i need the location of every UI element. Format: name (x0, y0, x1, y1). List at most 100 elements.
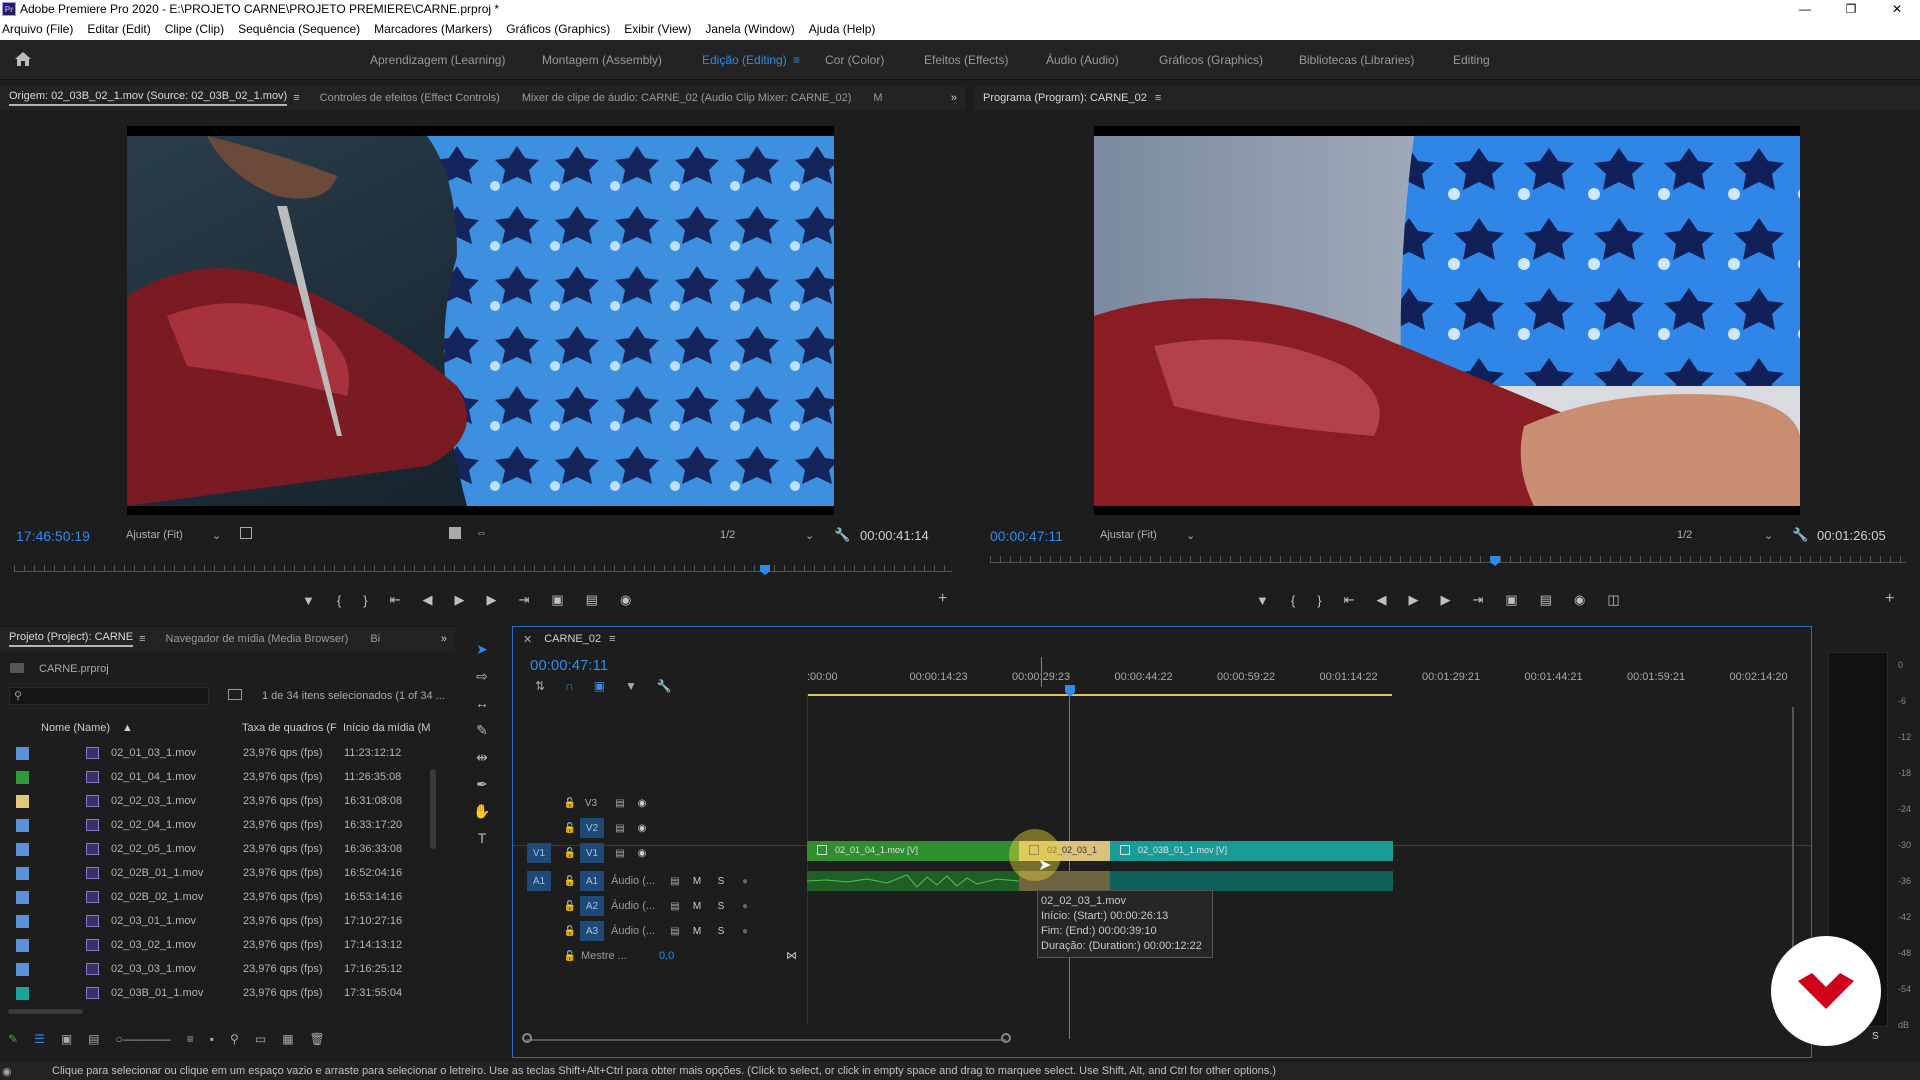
go-to-end-icon[interactable]: ⋈ (786, 949, 797, 962)
pencil-icon[interactable]: ✎ (8, 1032, 18, 1046)
workspace-assembly[interactable]: Montagem (Assembly) (542, 53, 662, 67)
mute-button[interactable]: M (686, 896, 708, 916)
freeform-view-icon[interactable]: ▤ (88, 1032, 99, 1046)
project-item[interactable]: 02_03_03_1.mov 23,976 qps (fps) 17:16:25:1… (0, 957, 440, 981)
lock-icon[interactable]: 🔓 (559, 921, 581, 941)
insert-icon[interactable]: ▣ (551, 592, 563, 608)
mute-button[interactable]: M (686, 871, 708, 891)
camera-icon[interactable]: ◉ (620, 592, 631, 608)
extract-icon[interactable]: ▤ (1540, 592, 1552, 608)
color-label-swatch[interactable] (16, 819, 29, 832)
color-label-swatch[interactable] (16, 867, 29, 880)
maximize-icon[interactable]: ❐ (1828, 0, 1874, 18)
camera-icon[interactable]: ◉ (1574, 592, 1585, 608)
sync-lock-icon[interactable]: ▤ (609, 843, 631, 863)
safe-margins-icon[interactable] (240, 527, 252, 539)
step-forward-icon[interactable]: ▶ (486, 592, 496, 608)
new-item-icon[interactable]: ▦ (282, 1032, 293, 1046)
solo-button[interactable]: S (710, 896, 732, 916)
add-button-icon[interactable]: + (938, 590, 947, 608)
microphone-icon[interactable]: ● (734, 921, 756, 941)
chevron-down-icon[interactable]: ⌄ (1186, 529, 1195, 542)
project-item[interactable]: 02_02B_02_1.mov 23,976 qps (fps) 16:53:14:… (0, 885, 440, 909)
workspace-effects[interactable]: Efeitos (Effects) (924, 53, 1008, 67)
insert-overlay-icon[interactable]: ⇔ (476, 527, 487, 539)
new-search-bin-icon[interactable] (228, 689, 242, 700)
tab-program[interactable]: Programa (Program): CARNE_02 (983, 92, 1147, 104)
add-marker-icon[interactable]: ▼ (625, 679, 637, 693)
playhead-icon[interactable] (760, 565, 770, 575)
workspace-editing[interactable]: Edição (Editing) (702, 53, 787, 67)
track-a1-label[interactable]: A1 (580, 871, 604, 891)
menu-help[interactable]: Ajuda (Help) (809, 22, 876, 36)
tab-sequence[interactable]: CARNE_02 (544, 633, 601, 645)
audio-clip-a1-3[interactable] (1110, 871, 1393, 891)
track-v1-label[interactable]: V1 (580, 843, 604, 863)
clip-v1-3[interactable]: 02_03B_01_1.mov [V] (1110, 841, 1393, 861)
tab-media-browser[interactable]: Navegador de mídia (Media Browser) (166, 633, 349, 645)
work-area-bar[interactable] (807, 694, 1392, 696)
nest-icon[interactable]: ⇅ (535, 679, 545, 693)
workspace-color[interactable]: Cor (Color) (825, 53, 884, 67)
sync-lock-icon[interactable]: ▤ (609, 818, 631, 838)
column-frame-rate[interactable]: Taxa de quadros (F (242, 722, 337, 734)
lock-icon[interactable]: 🔓 (559, 793, 581, 813)
go-to-in-icon[interactable]: ⇤ (1344, 592, 1355, 608)
column-name[interactable]: Nome (Name) (41, 722, 110, 734)
snap-icon[interactable]: ∩ (565, 679, 574, 693)
more-panels-icon[interactable]: » (951, 92, 957, 104)
go-to-out-icon[interactable]: ⇥ (1472, 592, 1483, 608)
program-timecode[interactable]: 00:00:47:11 (990, 528, 1063, 544)
solo-button[interactable]: S (710, 921, 732, 941)
lock-icon[interactable]: 🔓 (559, 896, 581, 916)
linked-selection-icon[interactable]: ▣ (594, 679, 605, 693)
playhead-icon[interactable] (1490, 556, 1500, 566)
column-media-start[interactable]: Início da mídia (M (343, 722, 430, 734)
color-label-swatch[interactable] (16, 891, 29, 904)
project-item[interactable]: 02_03_01_1.mov 23,976 qps (fps) 17:10:27:1… (0, 909, 440, 933)
play-icon[interactable]: ▶ (454, 592, 464, 608)
lock-icon[interactable]: 🔓 (559, 871, 581, 891)
microphone-icon[interactable]: ● (734, 871, 756, 891)
sort-ascending-icon[interactable]: ▲ (122, 722, 133, 734)
color-label-swatch[interactable] (16, 795, 29, 808)
clip-v1-1[interactable]: 02_01_04_1.mov [V] (807, 841, 1019, 861)
home-icon[interactable] (14, 51, 32, 67)
mark-in-icon[interactable]: { (337, 593, 341, 608)
ripple-edit-tool-icon[interactable]: ↔ (464, 690, 500, 717)
chevron-down-icon[interactable]: ⌄ (212, 529, 221, 542)
lock-icon[interactable]: 🔓 (559, 843, 581, 863)
menu-view[interactable]: Exibir (View) (624, 22, 691, 36)
workspace-libraries[interactable]: Bibliotecas (Libraries) (1299, 53, 1414, 67)
wrench-icon[interactable]: 🔧 (834, 527, 850, 543)
eye-icon[interactable]: ◉ (631, 818, 653, 838)
menu-file[interactable]: Arquivo (File) (2, 22, 73, 36)
source-resolution-dropdown[interactable]: 1/2 (720, 529, 735, 541)
wrench-icon[interactable]: 🔧 (657, 679, 672, 693)
source-patch-v1[interactable]: V1 (527, 843, 551, 863)
program-fit-dropdown[interactable]: Ajustar (Fit) (1100, 529, 1157, 541)
pen-tool-icon[interactable]: ✒ (464, 771, 500, 798)
lock-icon[interactable]: 🔓 (559, 946, 581, 966)
timeline-timecode[interactable]: 00:00:47:11 (530, 657, 608, 674)
track-v3-label[interactable]: V3 (580, 793, 602, 813)
selection-tool-icon[interactable]: ➤ (464, 636, 500, 663)
color-label-swatch[interactable] (16, 963, 29, 976)
zoom-slider[interactable]: ○———— (116, 1032, 171, 1046)
project-item[interactable]: 02_02_03_1.mov 23,976 qps (fps) 16:31:08:0… (0, 789, 440, 813)
razor-tool-icon[interactable]: ✎ (464, 717, 500, 744)
hand-tool-icon[interactable]: ✋ (464, 798, 500, 825)
play-icon[interactable]: ▶ (1408, 592, 1418, 608)
overwrite-icon[interactable]: ▤ (586, 592, 598, 608)
project-item[interactable]: 02_03_02_1.mov 23,976 qps (fps) 17:14:13:1… (0, 933, 440, 957)
track-a3-label[interactable]: A3 (580, 921, 604, 941)
scroll-handle-right-icon[interactable] (1001, 1033, 1011, 1043)
workspace-menu-icon[interactable]: ≡ (793, 53, 800, 67)
color-label-swatch[interactable] (16, 987, 29, 1000)
sort-icons-icon[interactable]: ≡ (187, 1032, 194, 1046)
step-forward-icon[interactable]: ▶ (1440, 592, 1450, 608)
color-label-swatch[interactable] (16, 747, 29, 760)
sync-lock-icon[interactable]: ▤ (664, 921, 686, 941)
chevron-down-icon[interactable]: ⌄ (805, 529, 814, 542)
tab-project[interactable]: Projeto (Project): CARNE (9, 631, 134, 647)
